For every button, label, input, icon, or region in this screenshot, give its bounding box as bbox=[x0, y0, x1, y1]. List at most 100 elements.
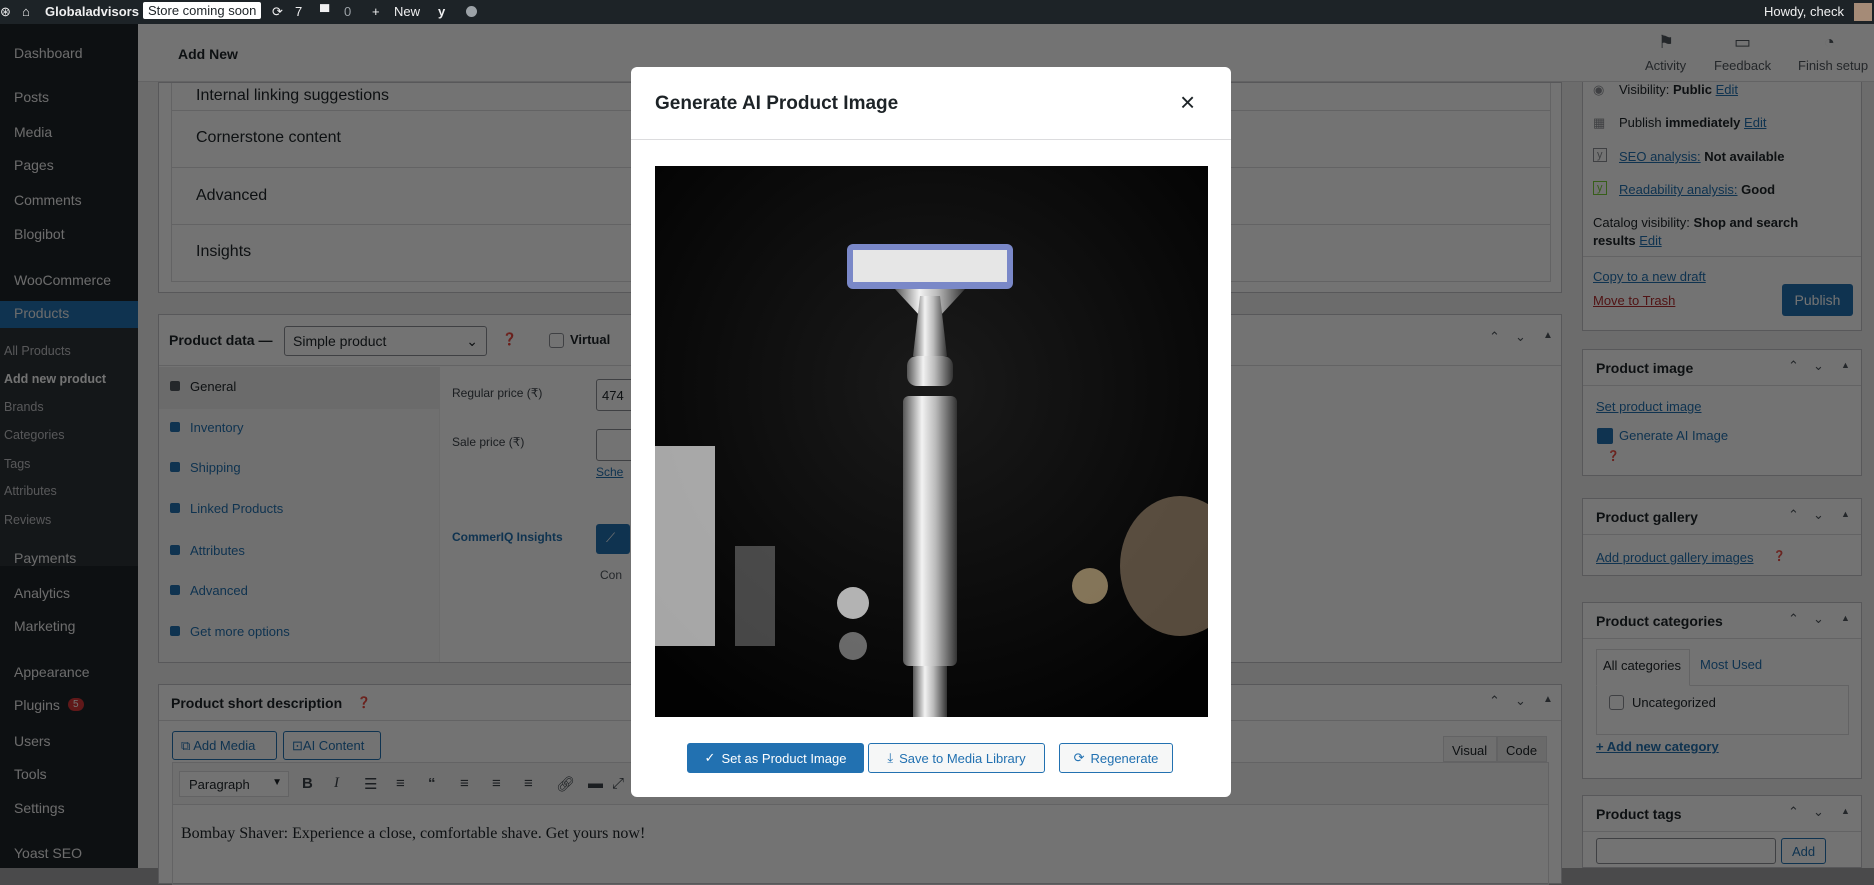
submenu-reviews[interactable]: Reviews bbox=[4, 513, 51, 527]
yoast-row-insights[interactable]: Insights bbox=[196, 243, 251, 261]
submenu-attributes[interactable]: Attributes bbox=[4, 484, 57, 498]
link-icon[interactable]: 🔗︎ bbox=[556, 775, 575, 793]
move-up-icon[interactable]: ⌃ bbox=[1788, 507, 1799, 523]
activity-icon[interactable]: ⚑ bbox=[1658, 32, 1674, 53]
activity-button[interactable]: Activity bbox=[1645, 58, 1686, 73]
product-type-select[interactable]: Simple product ⌄ bbox=[284, 326, 487, 356]
toggle-panel-icon[interactable]: ▲ bbox=[1841, 360, 1850, 370]
move-down-icon[interactable]: ⌄ bbox=[1813, 804, 1824, 820]
sidebar-item-woocommerce[interactable]: WooCommerce bbox=[14, 272, 111, 288]
edit-visibility-link[interactable]: Edit bbox=[1716, 82, 1738, 97]
tab-linked-products[interactable]: Linked Products bbox=[190, 501, 283, 516]
sidebar-item-analytics[interactable]: Analytics bbox=[14, 585, 70, 601]
move-down-icon[interactable]: ⌄ bbox=[1813, 358, 1824, 374]
sidebar-item-blogibot[interactable]: Blogibot bbox=[14, 226, 65, 242]
site-name-link[interactable]: Globaladvisors bbox=[45, 4, 139, 19]
sidebar-item-plugins[interactable]: Plugins bbox=[14, 697, 60, 713]
sidebar-item-dashboard[interactable]: Dashboard bbox=[14, 45, 83, 61]
feedback-button[interactable]: Feedback bbox=[1714, 58, 1771, 73]
sidebar-item-yoast-seo[interactable]: Yoast SEO bbox=[14, 845, 82, 861]
add-media-button[interactable]: ⧉ Add Media bbox=[172, 731, 277, 760]
yoast-icon[interactable]: y bbox=[438, 4, 445, 19]
seo-analysis-link[interactable]: SEO analysis: bbox=[1619, 149, 1701, 164]
store-status-badge[interactable]: Store coming soon bbox=[143, 2, 262, 19]
close-icon[interactable]: × bbox=[1180, 87, 1195, 118]
uncategorized-checkbox[interactable] bbox=[1609, 695, 1624, 710]
comments-count[interactable]: 0 bbox=[344, 4, 351, 19]
edit-publish-time-link[interactable]: Edit bbox=[1744, 115, 1766, 130]
tab-inventory[interactable]: Inventory bbox=[190, 420, 243, 435]
sidebar-item-products[interactable]: Products bbox=[14, 305, 69, 321]
bold-icon[interactable]: B bbox=[302, 775, 313, 792]
toggle-panel-icon[interactable]: ▲ bbox=[1841, 806, 1850, 816]
move-up-icon[interactable]: ⌃ bbox=[1788, 804, 1799, 820]
blockquote-icon[interactable]: “ bbox=[428, 775, 436, 792]
sidebar-item-appearance[interactable]: Appearance bbox=[14, 664, 90, 680]
format-select[interactable]: Paragraph ▼ bbox=[179, 771, 289, 797]
move-up-icon[interactable]: ⌃ bbox=[1788, 358, 1799, 374]
sidebar-item-media[interactable]: Media bbox=[14, 124, 52, 140]
tag-input[interactable] bbox=[1596, 838, 1776, 864]
add-tag-button[interactable]: Add bbox=[1781, 838, 1826, 864]
edit-catalog-visibility-link[interactable]: Edit bbox=[1639, 233, 1661, 248]
toggle-panel-icon[interactable]: ▲ bbox=[1543, 694, 1553, 705]
feedback-icon[interactable]: ▭ bbox=[1734, 32, 1751, 53]
help-icon[interactable]: ❓ bbox=[1773, 551, 1785, 562]
help-icon[interactable]: ❓ bbox=[1607, 451, 1619, 462]
submenu-categories[interactable]: Categories bbox=[4, 428, 64, 442]
move-up-icon[interactable]: ⌃ bbox=[1489, 329, 1500, 345]
yoast-row-internal-linking[interactable]: Internal linking suggestions bbox=[196, 87, 389, 105]
virtual-checkbox[interactable] bbox=[549, 333, 564, 348]
finish-setup-button[interactable]: Finish setup bbox=[1798, 58, 1868, 73]
sidebar-item-users[interactable]: Users bbox=[14, 733, 51, 749]
tab-get-more-options[interactable]: Get more options bbox=[190, 624, 290, 639]
sidebar-item-settings[interactable]: Settings bbox=[14, 800, 65, 816]
toggle-panel-icon[interactable]: ▲ bbox=[1841, 613, 1850, 623]
generate-ai-image-link[interactable]: Generate AI Image bbox=[1619, 428, 1728, 443]
help-icon[interactable]: ❓ bbox=[502, 332, 517, 346]
avatar[interactable] bbox=[1854, 3, 1872, 21]
sidebar-item-posts[interactable]: Posts bbox=[14, 89, 49, 105]
tab-code[interactable]: Code bbox=[1497, 736, 1547, 762]
readability-link[interactable]: Readability analysis: bbox=[1619, 182, 1738, 197]
new-link[interactable]: New bbox=[394, 4, 420, 19]
submenu-tags[interactable]: Tags bbox=[4, 457, 30, 471]
howdy-greeting[interactable]: Howdy, check bbox=[1764, 4, 1844, 19]
tab-attributes[interactable]: Attributes bbox=[190, 543, 245, 558]
tab-all-categories[interactable]: All categories bbox=[1596, 649, 1690, 686]
tab-most-used[interactable]: Most Used bbox=[1700, 657, 1762, 672]
tab-general[interactable]: General bbox=[190, 379, 236, 394]
wordpress-logo-icon[interactable]: ⊛ bbox=[0, 4, 11, 20]
tab-advanced[interactable]: Advanced bbox=[190, 583, 248, 598]
sidebar-item-tools[interactable]: Tools bbox=[14, 766, 47, 782]
commeriq-insights-button[interactable]: ⟋ bbox=[596, 524, 630, 554]
submenu-add-new-product[interactable]: Add new product bbox=[4, 372, 106, 386]
align-right-icon[interactable]: ≡ bbox=[524, 775, 533, 792]
fullscreen-icon[interactable]: ⤢ bbox=[612, 775, 624, 792]
align-center-icon[interactable]: ≡ bbox=[492, 775, 501, 792]
set-product-image-link[interactable]: Set product image bbox=[1596, 399, 1702, 414]
save-to-media-library-button[interactable]: ⤓ Save to Media Library bbox=[868, 743, 1045, 773]
submenu-all-products[interactable]: All Products bbox=[4, 344, 71, 358]
home-icon[interactable]: ⌂ bbox=[22, 4, 30, 19]
numbered-list-icon[interactable]: ≡ bbox=[396, 775, 405, 792]
short-description-content[interactable]: Bombay Shaver: Experience a close, comfo… bbox=[181, 825, 645, 843]
copy-to-draft-link[interactable]: Copy to a new draft bbox=[1593, 269, 1706, 284]
toggle-panel-icon[interactable]: ▲ bbox=[1841, 509, 1850, 519]
finish-setup-icon[interactable]: ◔ bbox=[1824, 32, 1835, 53]
move-down-icon[interactable]: ⌄ bbox=[1813, 611, 1824, 627]
help-icon[interactable]: ❓ bbox=[357, 696, 371, 709]
sidebar-item-payments[interactable]: Payments bbox=[14, 550, 76, 566]
add-new-category-link[interactable]: + Add new category bbox=[1596, 739, 1719, 754]
updates-count[interactable]: 7 bbox=[295, 4, 302, 19]
comments-icon[interactable]: ▀ bbox=[320, 4, 329, 19]
updates-icon[interactable]: ⟳ bbox=[272, 4, 283, 20]
add-gallery-images-link[interactable]: Add product gallery images bbox=[1596, 550, 1754, 565]
yoast-row-advanced[interactable]: Advanced bbox=[196, 187, 267, 205]
tab-shipping[interactable]: Shipping bbox=[190, 460, 241, 475]
move-down-icon[interactable]: ⌄ bbox=[1515, 329, 1526, 345]
tab-visual[interactable]: Visual bbox=[1443, 736, 1497, 762]
move-down-icon[interactable]: ⌄ bbox=[1515, 693, 1526, 709]
move-up-icon[interactable]: ⌃ bbox=[1788, 611, 1799, 627]
toggle-panel-icon[interactable]: ▲ bbox=[1543, 330, 1553, 341]
